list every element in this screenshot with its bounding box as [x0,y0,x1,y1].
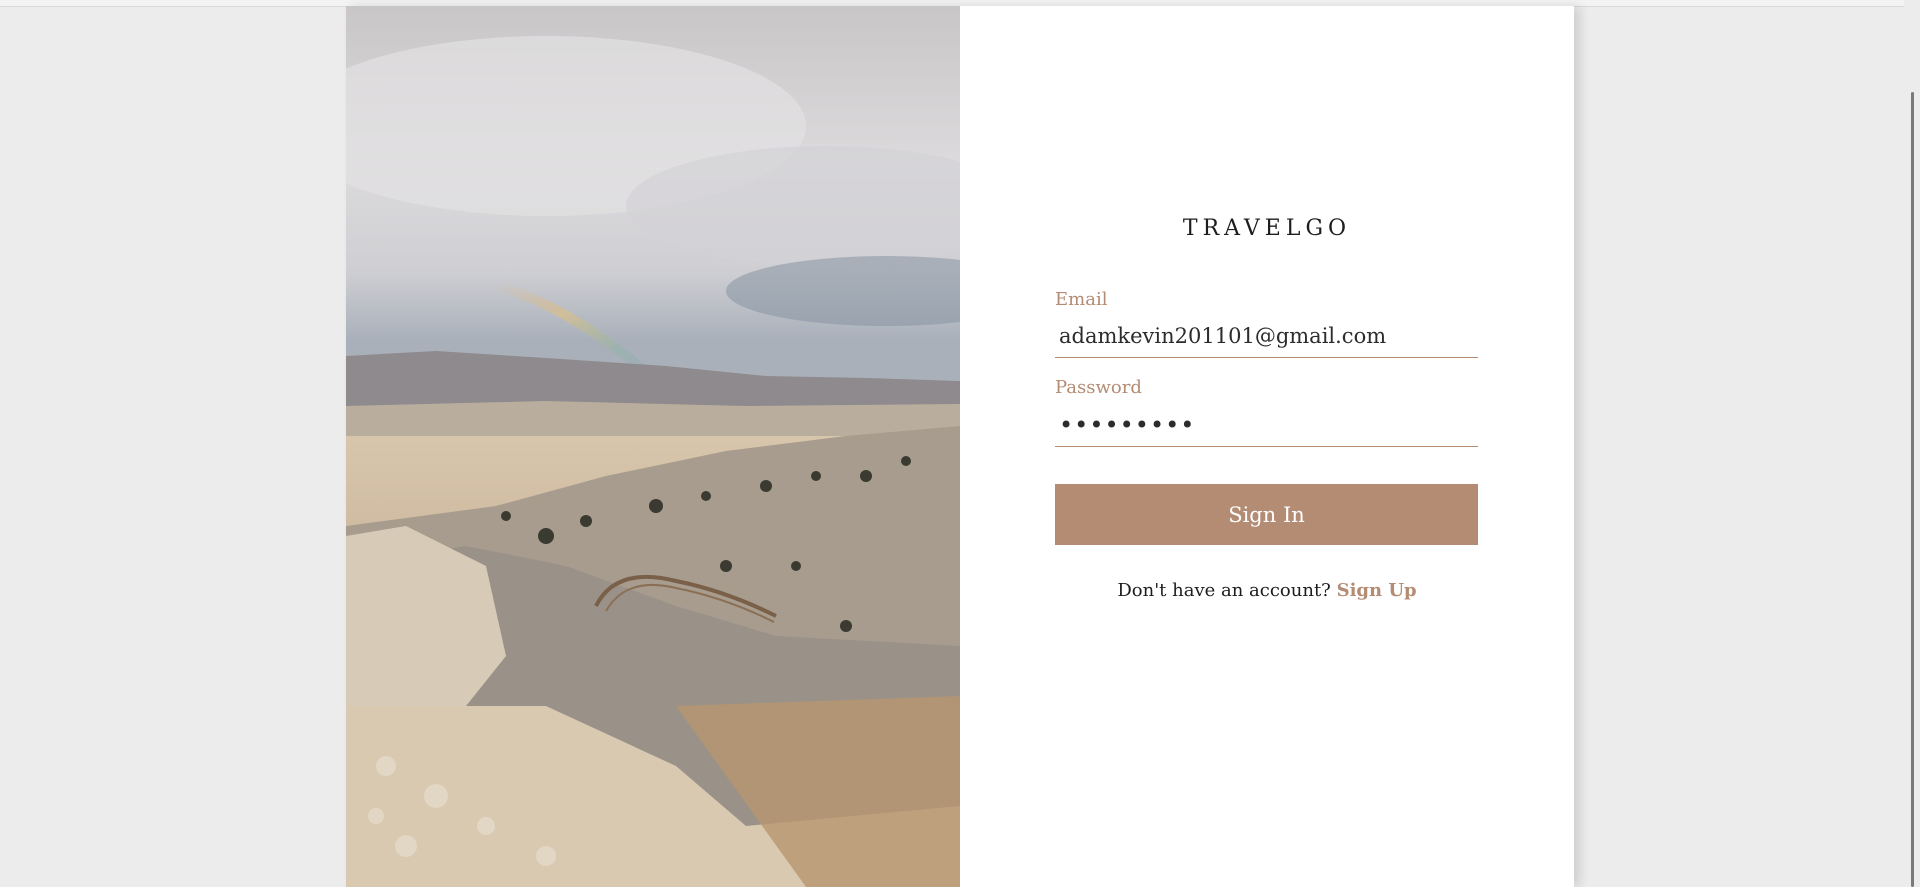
sign-up-link[interactable]: Sign Up [1337,580,1417,601]
email-label: Email [1055,289,1108,310]
password-field[interactable] [1055,403,1478,447]
signup-prompt: Don't have an account? Sign Up [960,580,1574,601]
page-scrollbar[interactable] [1904,0,1920,887]
brand-logo-text: TRAVELGO [1182,216,1352,241]
login-panel: TRAVELGO Email Password Sign In Don't ha… [960,6,1574,887]
email-field[interactable] [1055,314,1478,358]
hero-landscape-image [346,6,960,887]
sign-in-button[interactable]: Sign In [1055,484,1478,545]
login-card: TRAVELGO Email Password Sign In Don't ha… [346,6,1574,887]
scrollbar-thumb[interactable] [1911,92,1914,887]
password-label: Password [1055,377,1142,398]
signup-prompt-text: Don't have an account? [1117,580,1331,601]
